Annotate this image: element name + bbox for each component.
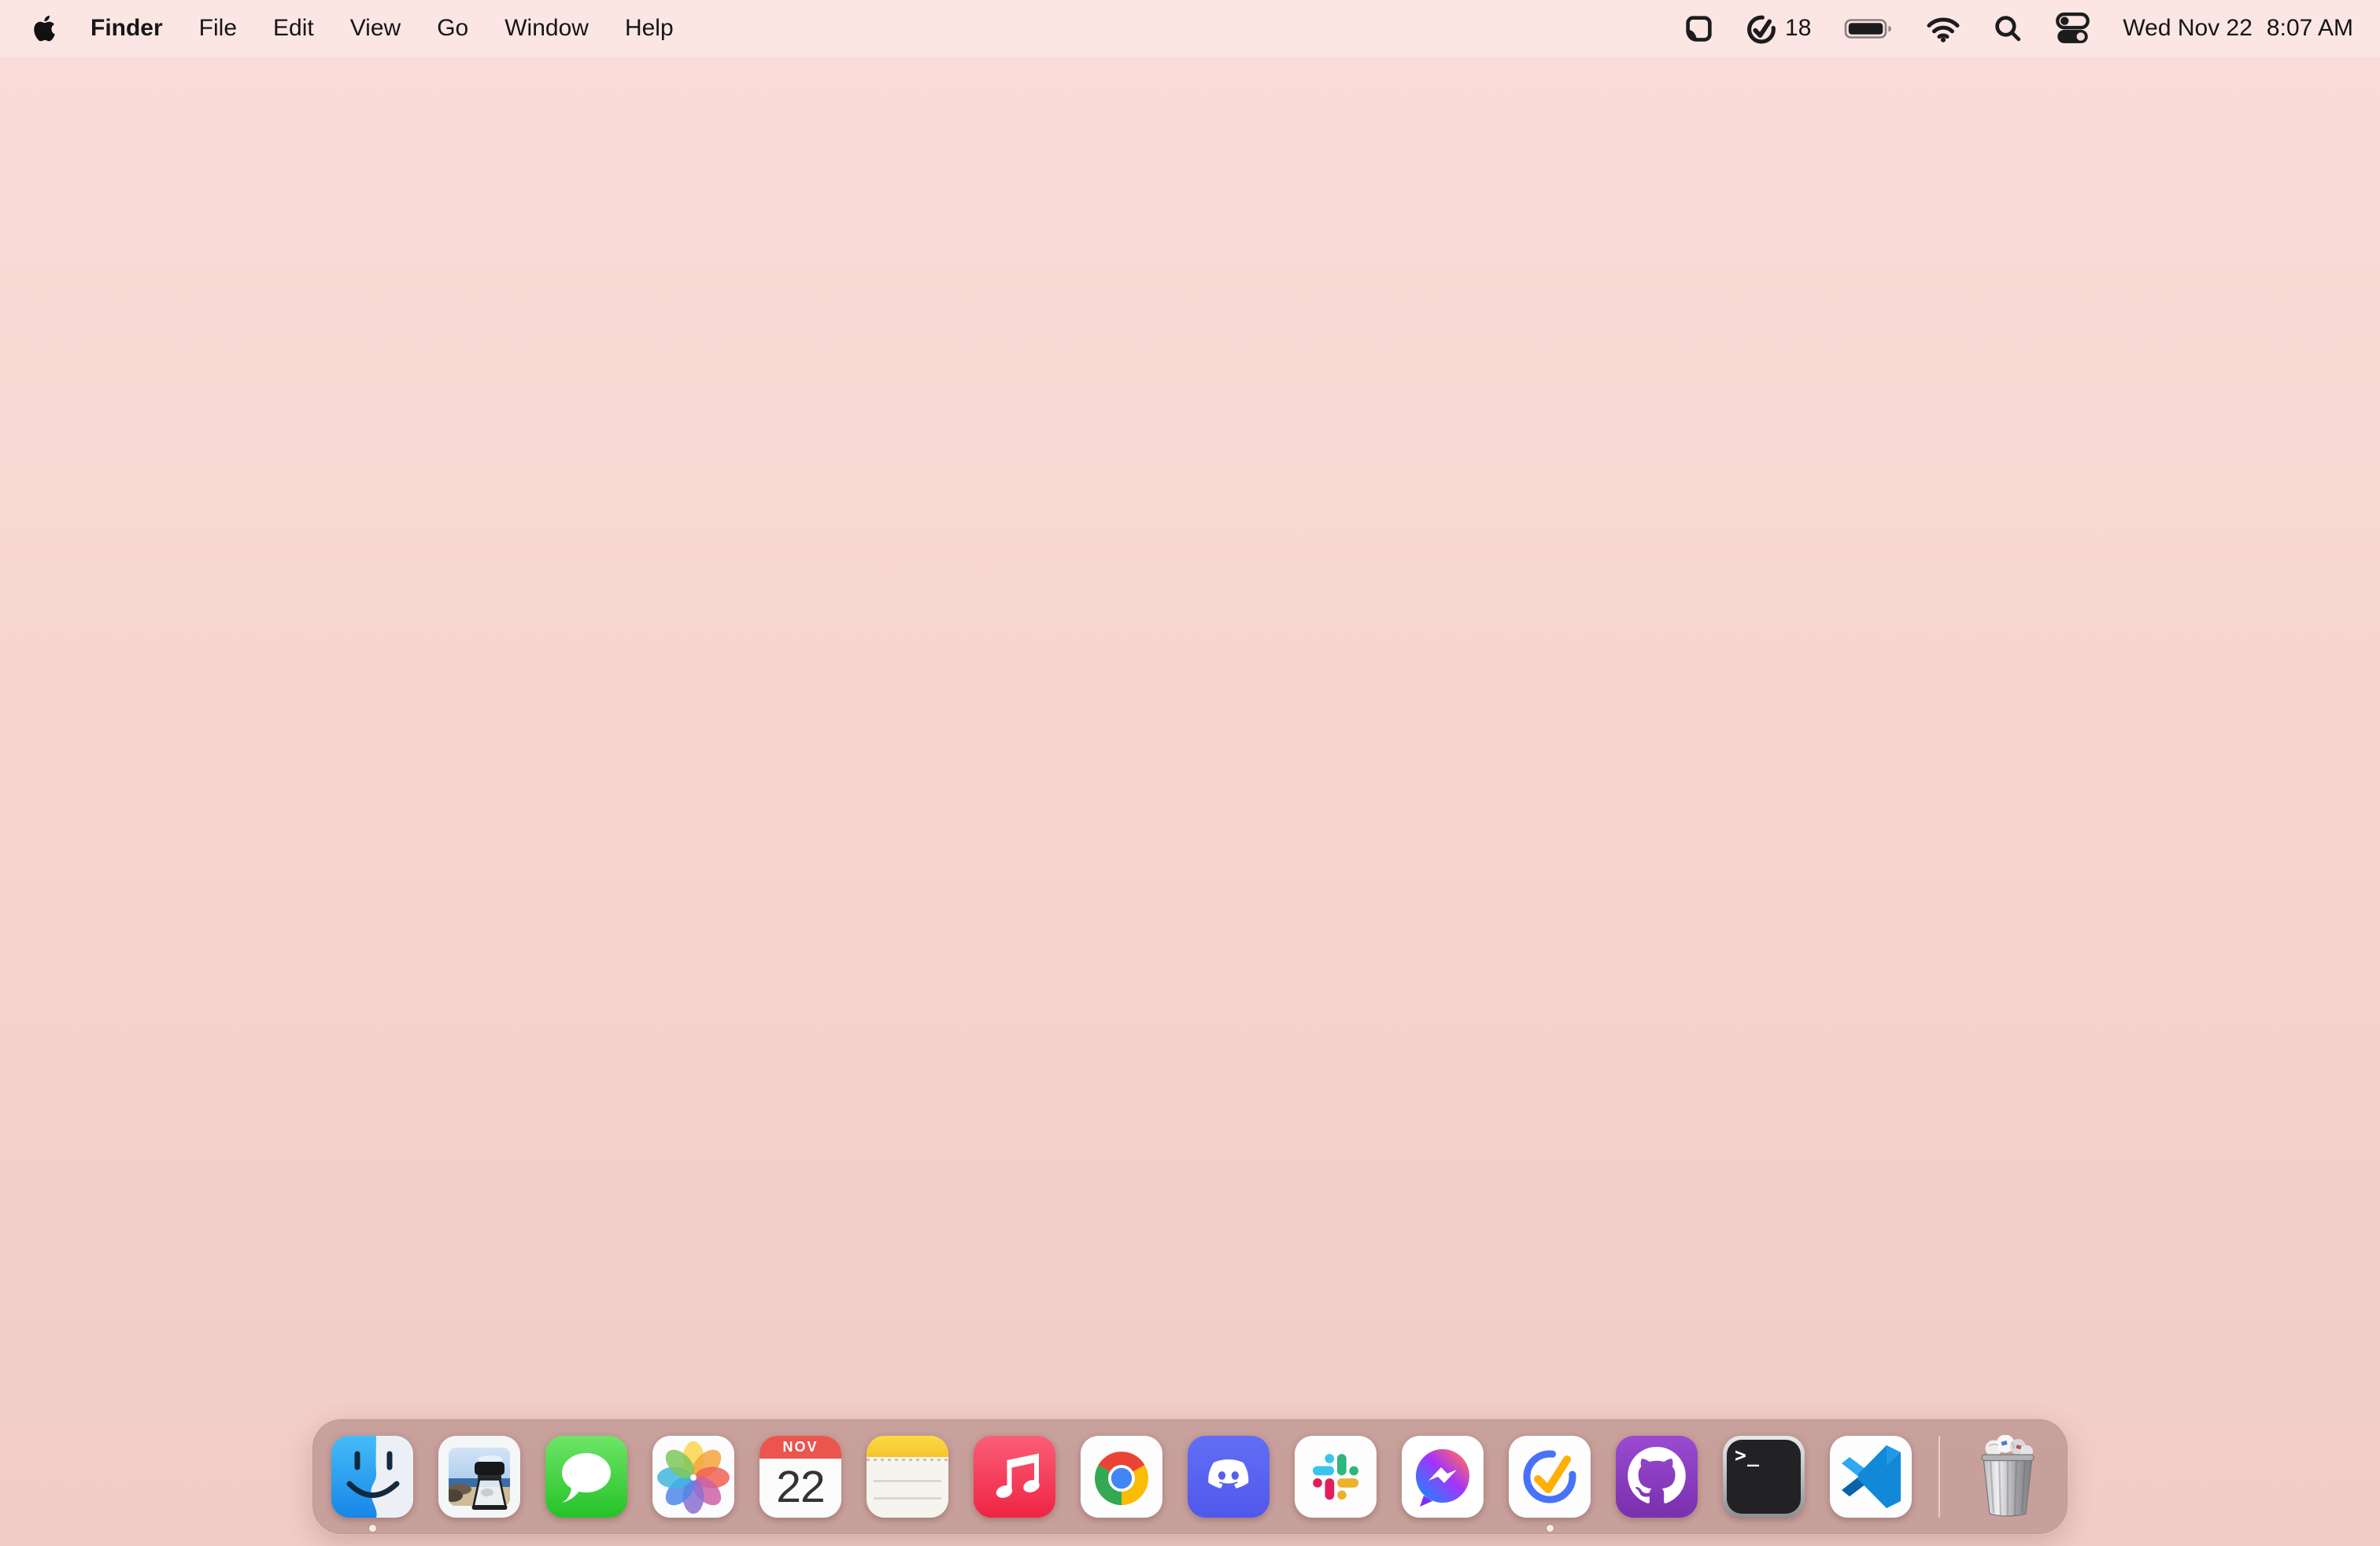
menu-file[interactable]: File: [199, 15, 237, 42]
menubar-date: Wed Nov 22: [2123, 15, 2252, 41]
vscode-icon: [1830, 1436, 1912, 1518]
calendar-day-label: 22: [776, 1461, 825, 1512]
terminal-icon: >_: [1723, 1436, 1805, 1518]
dock: NOV 22 >_: [312, 1418, 2068, 1535]
screen-capture-menu-extra[interactable]: [1684, 14, 1713, 43]
spotlight-menu-extra[interactable]: [1994, 14, 2023, 43]
screen-capture-peel-icon: [1686, 15, 1712, 42]
dock-item-finder[interactable]: [331, 1436, 413, 1532]
menu-view[interactable]: View: [350, 15, 401, 42]
dock-item-messenger[interactable]: [1402, 1436, 1484, 1518]
dock-item-vscode[interactable]: [1830, 1436, 1912, 1518]
menu-app-name[interactable]: Finder: [91, 15, 163, 42]
wifi-menu-extra[interactable]: [1926, 15, 1961, 43]
dock-item-notes[interactable]: [867, 1436, 948, 1518]
dock-item-ticktick[interactable]: [1509, 1436, 1591, 1532]
trash-full-icon: [1981, 1435, 2034, 1517]
photos-icon: [652, 1436, 734, 1518]
github-icon: [1616, 1436, 1698, 1518]
menubar-clock[interactable]: Wed Nov 22 8:07 AM: [2123, 15, 2353, 42]
wifi-icon: [1927, 17, 1960, 43]
menu-bar: Finder File Edit View Go Window Help 18: [0, 0, 2380, 57]
dock-item-preview[interactable]: [438, 1436, 520, 1518]
menu-window[interactable]: Window: [504, 15, 589, 42]
preview-icon: [438, 1436, 520, 1518]
running-indicator: [1546, 1525, 1554, 1532]
spotlight-search-icon: [1995, 15, 2021, 41]
dock-divider: [1938, 1436, 1940, 1518]
dock-item-discord[interactable]: [1188, 1436, 1269, 1518]
calendar-month-label: NOV: [759, 1436, 841, 1459]
messages-icon: [545, 1436, 627, 1518]
music-icon: [974, 1436, 1055, 1518]
dock-item-messages[interactable]: [545, 1436, 627, 1518]
dock-item-music[interactable]: [974, 1436, 1055, 1518]
dock-item-photos[interactable]: [652, 1436, 734, 1518]
notes-icon: [867, 1436, 948, 1518]
dock-item-calendar[interactable]: NOV 22: [759, 1436, 841, 1518]
ticktick-task-count: 18: [1785, 15, 1812, 41]
chrome-icon: [1081, 1436, 1162, 1518]
control-center-menu-extra[interactable]: [2056, 12, 2090, 46]
control-center-icon: [2056, 12, 2090, 43]
apple-menu[interactable]: [31, 13, 57, 43]
battery-icon: [1845, 18, 1892, 39]
desktop: Finder File Edit View Go Window Help 18: [0, 0, 2380, 1546]
terminal-prompt-glyph: >_: [1735, 1444, 1761, 1466]
messenger-icon: [1402, 1436, 1484, 1518]
discord-icon: [1188, 1436, 1269, 1518]
menubar-time: 8:07 AM: [2266, 15, 2353, 41]
apple-logo-icon: [34, 15, 55, 42]
finder-icon: [331, 1436, 413, 1518]
ticktick-menu-extra[interactable]: 18: [1746, 13, 1811, 45]
menu-help[interactable]: Help: [625, 15, 674, 42]
ticktick-icon: [1509, 1436, 1591, 1518]
ticktick-check-circle-icon: [1747, 15, 1776, 43]
menu-go[interactable]: Go: [437, 15, 468, 42]
dock-item-terminal[interactable]: >_: [1723, 1436, 1805, 1518]
battery-menu-extra[interactable]: [1844, 17, 1893, 41]
dock-item-slack[interactable]: [1295, 1436, 1377, 1518]
menu-edit[interactable]: Edit: [273, 15, 314, 42]
calendar-icon: NOV 22: [759, 1436, 841, 1518]
dock-item-chrome[interactable]: [1081, 1436, 1162, 1518]
slack-icon: [1295, 1436, 1377, 1518]
dock-item-trash[interactable]: [1967, 1435, 2049, 1518]
running-indicator: [368, 1525, 376, 1532]
dock-item-github[interactable]: [1616, 1436, 1698, 1518]
